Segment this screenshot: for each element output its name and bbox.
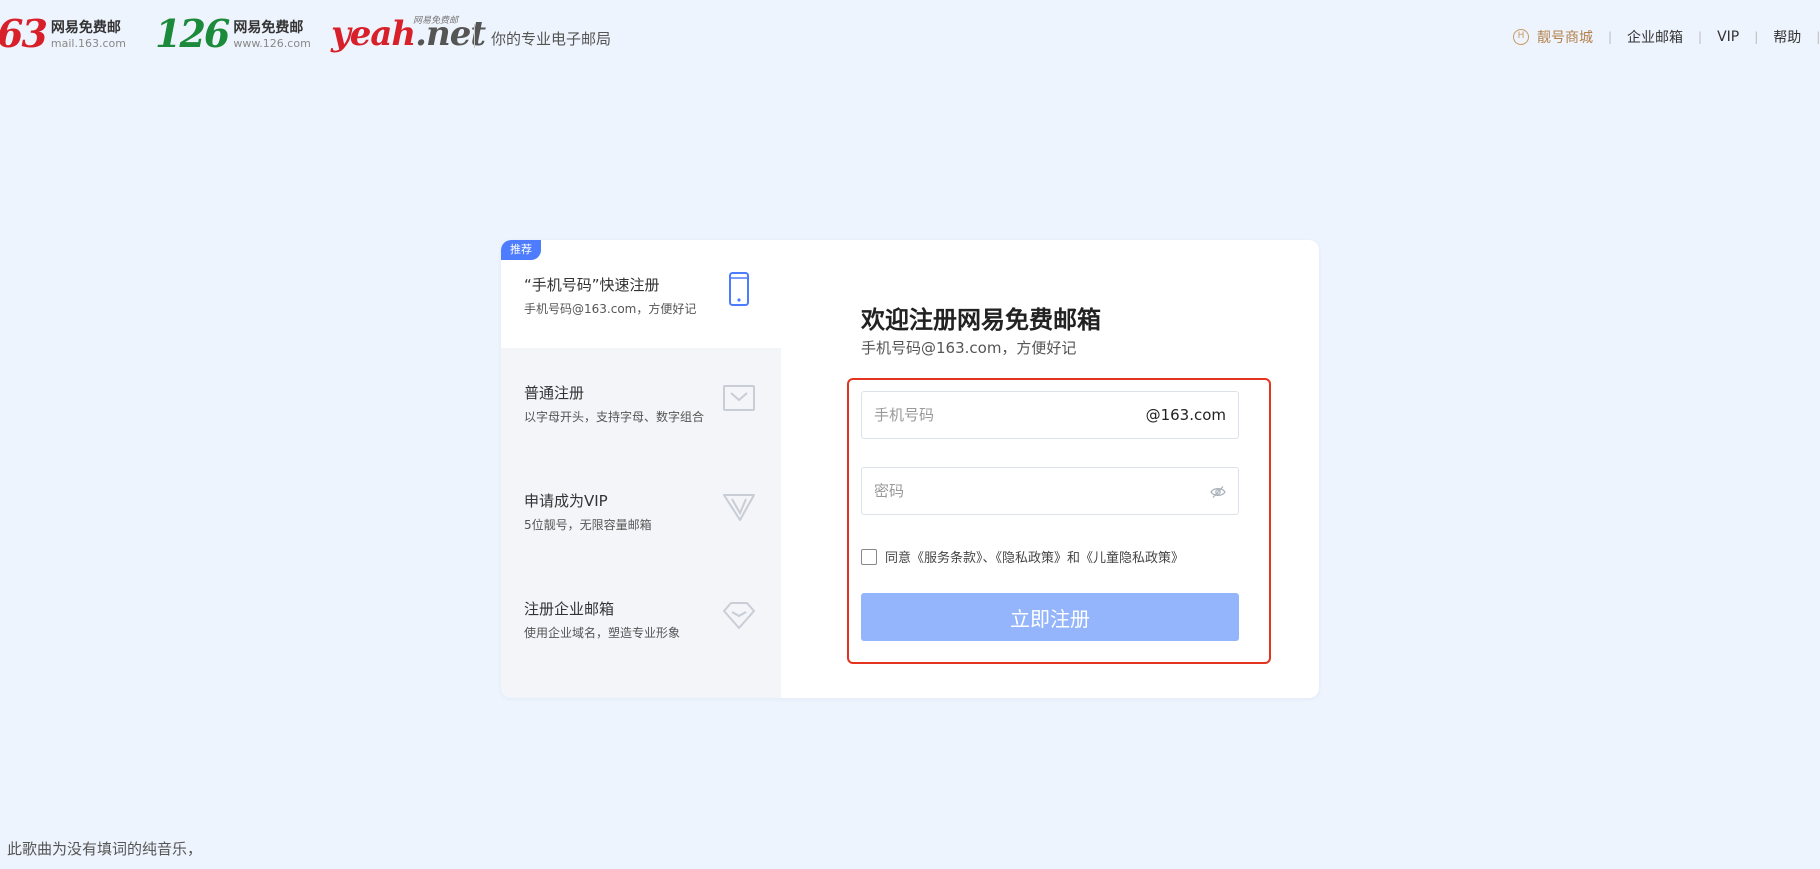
header: 63 网易免费邮 mail.163.com 126 网易免费邮 www.126.… [0, 0, 1820, 74]
agreement-checkbox[interactable] [861, 548, 877, 565]
nav-separator: | [1816, 30, 1820, 44]
sidebar-item-desc: 5位靓号，无限容量邮箱 [524, 518, 652, 532]
logo-126[interactable]: 126 网易免费邮 www.126.com [155, 14, 311, 54]
sidebar-item-phone-register[interactable]: 推荐 “手机号码”快速注册 手机号码@163.com，方便好记 [501, 240, 781, 348]
top-nav: H 靓号商城 | 企业邮箱 | VIP | 帮助 | 反 [1513, 27, 1820, 47]
register-card: 推荐 “手机号码”快速注册 手机号码@163.com，方便好记 普通注册 以字母… [501, 240, 1319, 698]
sidebar-item-desc: 手机号码@163.com，方便好记 [524, 302, 697, 316]
logo-163-number: 63 [0, 11, 48, 56]
sidebar-item-normal-register[interactable]: 普通注册 以字母开头，支持字母、数字组合 [501, 348, 781, 456]
logo-126-domain: www.126.com [233, 36, 311, 50]
logo-yeah[interactable]: yeah.net 网易免费邮 [331, 14, 486, 54]
form-subtitle: 手机号码@163.com，方便好记 [861, 339, 1077, 357]
sidebar-item-title: 普通注册 [524, 384, 585, 402]
form-title: 欢迎注册网易免费邮箱 [861, 306, 1101, 334]
nav-separator: | [1608, 30, 1613, 44]
logo-163-name: 网易免费邮 [50, 19, 121, 36]
diamond-icon [723, 602, 755, 629]
nav-mall-label: 靓号商城 [1537, 30, 1593, 46]
logo-126-number: 126 [155, 11, 230, 56]
password-input[interactable] [874, 480, 1134, 502]
phone-icon [729, 272, 749, 306]
agreement-text[interactable]: 同意《服务条款》、《隐私政策》和《儿童隐私政策》 [885, 547, 1184, 566]
mall-icon: H [1513, 29, 1529, 45]
nav-separator: | [1698, 30, 1703, 44]
logo-163-domain: mail.163.com [50, 36, 126, 50]
nav-mall[interactable]: H 靓号商城 [1513, 27, 1593, 47]
footer-note: 此歌曲为没有填词的纯音乐， [7, 840, 203, 858]
nav-separator: | [1754, 30, 1759, 44]
phone-field[interactable]: @163.com [861, 391, 1239, 439]
nav-help[interactable]: 帮助 [1773, 27, 1801, 47]
logo-yeah-tag: 网易免费邮 [413, 16, 459, 26]
email-domain-suffix: @163.com [1145, 406, 1226, 424]
sidebar-item-title: “手机号码”快速注册 [524, 276, 660, 294]
envelope-icon [723, 385, 755, 411]
recommend-badge: 推荐 [501, 240, 541, 260]
sidebar-item-enterprise[interactable]: 注册企业邮箱 使用企业域名，塑造专业形象 [501, 564, 781, 672]
nav-enterprise-mail[interactable]: 企业邮箱 [1627, 27, 1683, 47]
slogan-divider [474, 24, 475, 48]
register-button[interactable]: 立即注册 [861, 593, 1239, 641]
sidebar-item-desc: 使用企业域名，塑造专业形象 [524, 626, 681, 640]
register-type-sidebar: 推荐 “手机号码”快速注册 手机号码@163.com，方便好记 普通注册 以字母… [501, 240, 781, 698]
sidebar-item-title: 申请成为VIP [524, 492, 608, 510]
password-field[interactable] [861, 467, 1239, 515]
agreement-row: 同意《服务条款》、《隐私政策》和《儿童隐私政策》 [861, 547, 1184, 566]
sidebar-item-desc: 以字母开头，支持字母、数字组合 [524, 410, 705, 424]
logo-yeah-word: yeah [331, 14, 416, 54]
page: 63 网易免费邮 mail.163.com 126 网易免费邮 www.126.… [0, 0, 1820, 869]
nav-vip[interactable]: VIP [1717, 29, 1739, 45]
slogan: 你的专业电子邮局 [491, 30, 612, 48]
sidebar-item-vip[interactable]: 申请成为VIP 5位靓号，无限容量邮箱 [501, 456, 781, 564]
logo-126-name: 网易免费邮 [233, 19, 304, 36]
vip-icon [723, 494, 755, 521]
eye-off-icon[interactable] [1210, 484, 1226, 500]
logo-163[interactable]: 63 网易免费邮 mail.163.com [0, 14, 126, 54]
sidebar-item-title: 注册企业邮箱 [524, 600, 615, 618]
phone-input[interactable] [874, 404, 1134, 426]
